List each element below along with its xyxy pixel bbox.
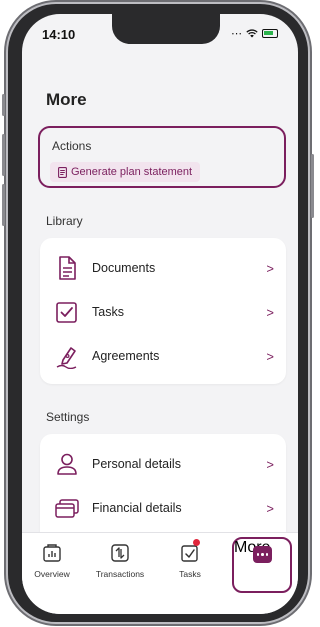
mute-switch — [2, 94, 5, 116]
settings-label: Settings — [46, 410, 90, 424]
transfer-icon — [111, 544, 129, 562]
document-small-icon — [58, 166, 67, 178]
library-label: Library — [46, 214, 83, 228]
actions-label: Actions — [52, 139, 92, 153]
chevron-right-icon: > — [266, 500, 274, 516]
tab-more[interactable]: More — [232, 537, 292, 593]
person-icon — [57, 453, 77, 475]
settings-item-financial-details[interactable]: Financial details > — [40, 486, 286, 530]
cards-icon — [55, 499, 79, 518]
tab-overview[interactable]: Overview — [24, 533, 80, 591]
tab-bar: Overview Transactions Tasks More — [22, 532, 298, 614]
notification-dot — [193, 539, 200, 546]
tab-transactions[interactable]: Transactions — [92, 533, 148, 591]
document-icon — [59, 256, 76, 280]
status-time: 14:10 — [42, 27, 76, 42]
screen: 14:10 ⋯ More Actions Generate plan state… — [22, 14, 298, 614]
chevron-right-icon: > — [266, 456, 274, 472]
library-item-tasks[interactable]: Tasks > — [40, 290, 286, 334]
signature-pen-icon — [56, 347, 77, 369]
task-check-icon — [181, 545, 198, 562]
checkbox-icon — [56, 302, 77, 323]
agreements-label: Agreements — [92, 349, 160, 363]
generate-plan-statement-label: Generate plan statement — [71, 166, 193, 178]
library-item-documents[interactable]: Documents > — [40, 246, 286, 290]
signal-dots-icon: ⋯ — [231, 28, 242, 40]
tab-overview-label: Overview — [34, 569, 70, 579]
more-dots-icon — [253, 546, 272, 563]
settings-item-personal-details[interactable]: Personal details > — [40, 442, 286, 486]
documents-label: Documents — [92, 261, 156, 275]
volume-down-button — [2, 184, 5, 226]
personal-details-label: Personal details — [92, 457, 181, 471]
chevron-right-icon: > — [266, 260, 274, 276]
library-item-agreements[interactable]: Agreements > — [40, 334, 286, 378]
financial-details-label: Financial details — [92, 501, 182, 515]
notch — [112, 14, 220, 44]
tab-tasks[interactable]: Tasks — [162, 533, 218, 591]
chart-icon — [43, 544, 61, 562]
chevron-right-icon: > — [266, 304, 274, 320]
tab-transactions-label: Transactions — [95, 569, 145, 579]
tab-tasks-label: Tasks — [179, 569, 201, 579]
wifi-icon — [246, 29, 258, 38]
chevron-right-icon: > — [266, 348, 274, 364]
status-icons: ⋯ — [231, 27, 278, 40]
battery-icon — [262, 29, 278, 38]
library-card: Documents > Tasks > Agreements > — [40, 238, 286, 384]
volume-up-button — [2, 134, 5, 176]
actions-section: Actions Generate plan statement — [38, 126, 286, 188]
tasks-label: Tasks — [92, 305, 124, 319]
page-title: More — [46, 90, 87, 109]
power-button — [311, 154, 314, 218]
generate-plan-statement-button[interactable]: Generate plan statement — [50, 162, 201, 182]
settings-card: Personal details > Financial details > — [40, 434, 286, 544]
